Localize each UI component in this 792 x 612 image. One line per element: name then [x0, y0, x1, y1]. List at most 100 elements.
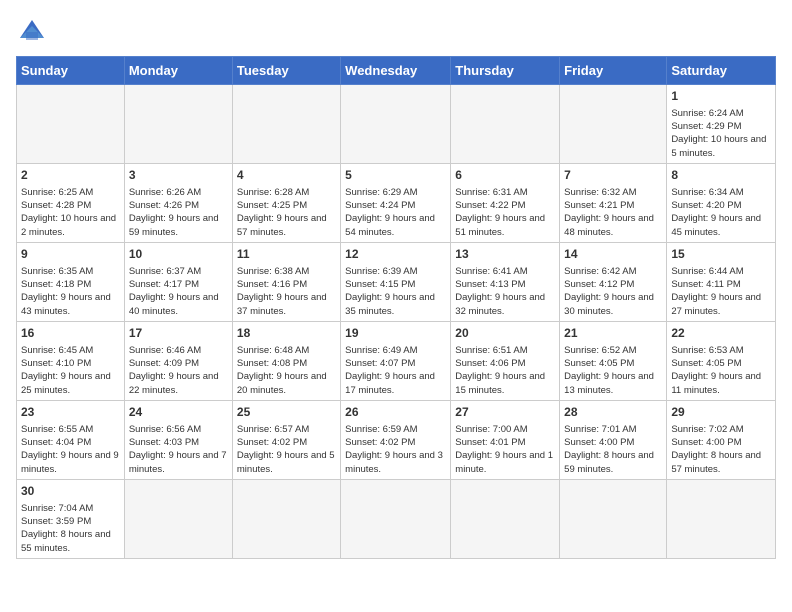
day-info: Sunrise: 6:26 AM Sunset: 4:26 PM Dayligh…: [129, 186, 228, 239]
calendar-week-row: 1 Sunrise: 6:24 AM Sunset: 4:29 PM Daylig…: [17, 85, 776, 164]
calendar-week-row: 2 Sunrise: 6:25 AM Sunset: 4:28 PM Daylig…: [17, 163, 776, 242]
calendar-cell: [560, 479, 667, 558]
calendar-cell: 22 Sunrise: 6:53 AM Sunset: 4:05 PM Dayli…: [667, 321, 776, 400]
calendar-cell: 7 Sunrise: 6:32 AM Sunset: 4:21 PM Daylig…: [560, 163, 667, 242]
day-info: Sunrise: 6:28 AM Sunset: 4:25 PM Dayligh…: [237, 186, 336, 239]
day-info: Sunrise: 6:34 AM Sunset: 4:20 PM Dayligh…: [671, 186, 771, 239]
calendar-cell: 1 Sunrise: 6:24 AM Sunset: 4:29 PM Daylig…: [667, 85, 776, 164]
day-number: 24: [129, 404, 228, 421]
day-number: 20: [455, 325, 555, 342]
day-info: Sunrise: 6:45 AM Sunset: 4:10 PM Dayligh…: [21, 344, 120, 397]
weekday-header: Monday: [124, 57, 232, 85]
weekday-header: Friday: [560, 57, 667, 85]
calendar-cell: 11 Sunrise: 6:38 AM Sunset: 4:16 PM Dayli…: [232, 242, 340, 321]
day-number: 1: [671, 88, 771, 105]
calendar-week-row: 23 Sunrise: 6:55 AM Sunset: 4:04 PM Dayli…: [17, 400, 776, 479]
day-info: Sunrise: 7:04 AM Sunset: 3:59 PM Dayligh…: [21, 502, 120, 555]
day-number: 4: [237, 167, 336, 184]
calendar-cell: 23 Sunrise: 6:55 AM Sunset: 4:04 PM Dayli…: [17, 400, 125, 479]
day-info: Sunrise: 6:38 AM Sunset: 4:16 PM Dayligh…: [237, 265, 336, 318]
calendar-cell: 19Sunrise: 6:49 AM Sunset: 4:07 PM Dayli…: [341, 321, 451, 400]
logo: [16, 16, 52, 44]
calendar-cell: [124, 479, 232, 558]
day-info: Sunrise: 6:57 AM Sunset: 4:02 PM Dayligh…: [237, 423, 336, 476]
day-number: 21: [564, 325, 662, 342]
calendar-cell: [17, 85, 125, 164]
day-number: 2: [21, 167, 120, 184]
day-number: 6: [455, 167, 555, 184]
day-number: 26: [345, 404, 446, 421]
day-number: 30: [21, 483, 120, 500]
day-info: Sunrise: 6:55 AM Sunset: 4:04 PM Dayligh…: [21, 423, 120, 476]
calendar-cell: 25 Sunrise: 6:57 AM Sunset: 4:02 PM Dayli…: [232, 400, 340, 479]
day-number: 10: [129, 246, 228, 263]
calendar-week-row: 16Sunrise: 6:45 AM Sunset: 4:10 PM Dayli…: [17, 321, 776, 400]
day-number: 17: [129, 325, 228, 342]
weekday-header: Sunday: [17, 57, 125, 85]
weekday-header: Tuesday: [232, 57, 340, 85]
day-number: 23: [21, 404, 120, 421]
calendar-cell: 2 Sunrise: 6:25 AM Sunset: 4:28 PM Daylig…: [17, 163, 125, 242]
day-number: 25: [237, 404, 336, 421]
calendar-table: SundayMondayTuesdayWednesdayThursdayFrid…: [16, 56, 776, 559]
calendar-cell: [341, 85, 451, 164]
calendar-header-row: SundayMondayTuesdayWednesdayThursdayFrid…: [17, 57, 776, 85]
day-info: Sunrise: 6:32 AM Sunset: 4:21 PM Dayligh…: [564, 186, 662, 239]
calendar-cell: [451, 479, 560, 558]
day-info: Sunrise: 6:41 AM Sunset: 4:13 PM Dayligh…: [455, 265, 555, 318]
page-header: [16, 16, 776, 44]
day-number: 28: [564, 404, 662, 421]
day-info: Sunrise: 6:29 AM Sunset: 4:24 PM Dayligh…: [345, 186, 446, 239]
weekday-header: Wednesday: [341, 57, 451, 85]
day-number: 7: [564, 167, 662, 184]
day-info: Sunrise: 6:35 AM Sunset: 4:18 PM Dayligh…: [21, 265, 120, 318]
weekday-header: Thursday: [451, 57, 560, 85]
day-number: 11: [237, 246, 336, 263]
day-number: 3: [129, 167, 228, 184]
calendar-cell: 10 Sunrise: 6:37 AM Sunset: 4:17 PM Dayli…: [124, 242, 232, 321]
day-info: Sunrise: 6:52 AM Sunset: 4:05 PM Dayligh…: [564, 344, 662, 397]
calendar-cell: [451, 85, 560, 164]
calendar-cell: 20 Sunrise: 6:51 AM Sunset: 4:06 PM Dayli…: [451, 321, 560, 400]
calendar-cell: 4 Sunrise: 6:28 AM Sunset: 4:25 PM Daylig…: [232, 163, 340, 242]
calendar-cell: 16Sunrise: 6:45 AM Sunset: 4:10 PM Dayli…: [17, 321, 125, 400]
day-info: Sunrise: 6:56 AM Sunset: 4:03 PM Dayligh…: [129, 423, 228, 476]
calendar-cell: 15Sunrise: 6:44 AM Sunset: 4:11 PM Dayli…: [667, 242, 776, 321]
day-number: 13: [455, 246, 555, 263]
calendar-cell: 17Sunrise: 6:46 AM Sunset: 4:09 PM Dayli…: [124, 321, 232, 400]
day-info: Sunrise: 6:25 AM Sunset: 4:28 PM Dayligh…: [21, 186, 120, 239]
logo-icon: [16, 16, 48, 44]
calendar-cell: [232, 479, 340, 558]
day-info: Sunrise: 6:31 AM Sunset: 4:22 PM Dayligh…: [455, 186, 555, 239]
calendar-cell: [341, 479, 451, 558]
calendar-cell: 6 Sunrise: 6:31 AM Sunset: 4:22 PM Daylig…: [451, 163, 560, 242]
day-info: Sunrise: 6:39 AM Sunset: 4:15 PM Dayligh…: [345, 265, 446, 318]
day-number: 5: [345, 167, 446, 184]
calendar-cell: 21 Sunrise: 6:52 AM Sunset: 4:05 PM Dayli…: [560, 321, 667, 400]
calendar-cell: 8 Sunrise: 6:34 AM Sunset: 4:20 PM Daylig…: [667, 163, 776, 242]
calendar-cell: 5 Sunrise: 6:29 AM Sunset: 4:24 PM Daylig…: [341, 163, 451, 242]
calendar-cell: 14Sunrise: 6:42 AM Sunset: 4:12 PM Dayli…: [560, 242, 667, 321]
day-number: 15: [671, 246, 771, 263]
calendar-cell: [232, 85, 340, 164]
calendar-cell: 26Sunrise: 6:59 AM Sunset: 4:02 PM Dayli…: [341, 400, 451, 479]
day-info: Sunrise: 6:37 AM Sunset: 4:17 PM Dayligh…: [129, 265, 228, 318]
calendar-cell: 29Sunrise: 7:02 AM Sunset: 4:00 PM Dayli…: [667, 400, 776, 479]
day-info: Sunrise: 6:24 AM Sunset: 4:29 PM Dayligh…: [671, 107, 771, 160]
calendar-cell: 27Sunrise: 7:00 AM Sunset: 4:01 PM Dayli…: [451, 400, 560, 479]
day-number: 27: [455, 404, 555, 421]
day-info: Sunrise: 6:53 AM Sunset: 4:05 PM Dayligh…: [671, 344, 771, 397]
day-number: 14: [564, 246, 662, 263]
day-number: 8: [671, 167, 771, 184]
calendar-cell: 28Sunrise: 7:01 AM Sunset: 4:00 PM Dayli…: [560, 400, 667, 479]
day-info: Sunrise: 6:51 AM Sunset: 4:06 PM Dayligh…: [455, 344, 555, 397]
calendar-cell: [667, 479, 776, 558]
day-number: 18: [237, 325, 336, 342]
day-info: Sunrise: 6:48 AM Sunset: 4:08 PM Dayligh…: [237, 344, 336, 397]
day-number: 9: [21, 246, 120, 263]
day-number: 19: [345, 325, 446, 342]
day-number: 22: [671, 325, 771, 342]
calendar-cell: [124, 85, 232, 164]
calendar-week-row: 30 Sunrise: 7:04 AM Sunset: 3:59 PM Dayli…: [17, 479, 776, 558]
calendar-cell: 24 Sunrise: 6:56 AM Sunset: 4:03 PM Dayli…: [124, 400, 232, 479]
